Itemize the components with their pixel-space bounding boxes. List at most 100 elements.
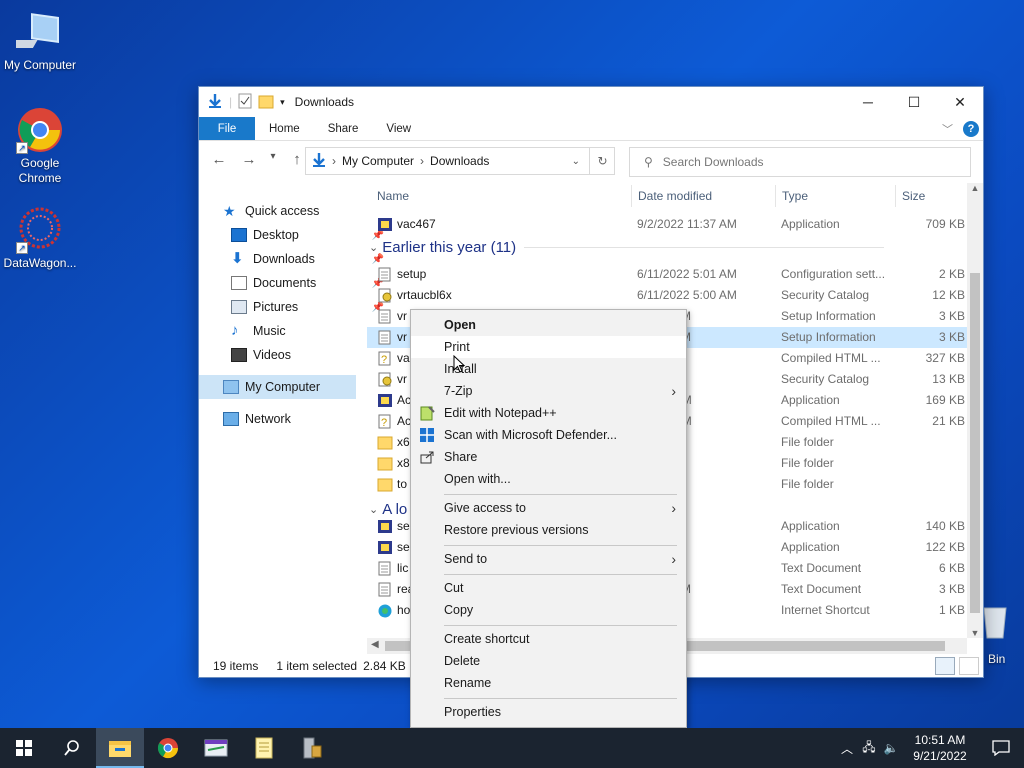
table-row[interactable]: setup 6/11/2022 5:01 AM Configuration sett…	[367, 264, 967, 285]
menu-item-restore-versions[interactable]: Restore previous versions	[411, 519, 686, 541]
menu-separator	[444, 545, 677, 546]
menu-item-scan-defender[interactable]: Scan with Microsoft Defender...	[411, 424, 686, 446]
details-view-button[interactable]	[935, 657, 955, 675]
file-name: vr	[397, 309, 407, 323]
nav-videos[interactable]: Videos	[231, 343, 388, 367]
share-icon	[419, 449, 435, 465]
taskbar-notepad[interactable]	[240, 728, 288, 768]
nav-my-computer[interactable]: My Computer	[199, 375, 356, 399]
desktop-icon-my-computer[interactable]: My Computer	[0, 8, 80, 73]
expand-ribbon-icon[interactable]: ﹀	[942, 121, 953, 137]
svg-text:?: ?	[381, 354, 387, 366]
column-header-size[interactable]: Size	[902, 189, 925, 203]
group-header-earlier[interactable]: ⌄ Earlier this year (11)	[367, 239, 885, 256]
menu-item-delete[interactable]: Delete	[411, 650, 686, 672]
breadcrumb-my-computer[interactable]: My Computer	[342, 154, 414, 168]
show-hidden-icons-chevron-icon[interactable]: ︿	[836, 740, 858, 757]
nav-downloads[interactable]: ⬇ Downloads 📌	[231, 247, 388, 271]
clock[interactable]: 10:51 AM 9/21/2022	[902, 732, 978, 764]
file-name: vr	[397, 372, 407, 386]
menu-item-7zip[interactable]: 7-Zip ›	[411, 380, 686, 402]
file-type: Application	[781, 519, 840, 533]
taskbar-file-explorer[interactable]	[96, 728, 144, 768]
desktop-icon-datawagon[interactable]: ↗ DataWagon...	[0, 206, 80, 271]
tab-view[interactable]: View	[372, 117, 425, 140]
menu-separator	[444, 574, 677, 575]
breadcrumb-downloads[interactable]: Downloads	[430, 154, 489, 168]
scroll-left-icon[interactable]: ◀	[371, 639, 379, 650]
volume-icon[interactable]: 🔈	[880, 741, 902, 755]
search-icon: ⚲	[644, 155, 653, 169]
recent-locations-icon[interactable]: ▾	[267, 151, 279, 168]
nav-pictures[interactable]: Pictures 📌	[231, 295, 388, 319]
table-row[interactable]: vac467 9/2/2022 11:37 AM Application 709…	[367, 214, 967, 235]
column-header-name[interactable]: Name	[377, 189, 409, 203]
nav-music[interactable]: ♪ Music	[231, 319, 388, 343]
file-size: 169 KB	[925, 393, 965, 407]
menu-item-properties[interactable]: Properties	[411, 701, 686, 723]
maximize-button[interactable]: ☐	[891, 87, 937, 117]
search-button[interactable]	[48, 728, 96, 768]
menu-item-give-access[interactable]: Give access to ›	[411, 497, 686, 519]
new-folder-icon[interactable]	[258, 93, 274, 112]
tab-share[interactable]: Share	[314, 117, 373, 140]
column-header-type[interactable]: Type	[782, 189, 808, 203]
scroll-thumb[interactable]	[970, 273, 980, 613]
network-tray-icon[interactable]: 🖧	[858, 738, 880, 759]
file-size: 3 KB	[938, 582, 965, 596]
computer-icon	[2, 8, 64, 56]
refresh-button[interactable]: ↻	[589, 147, 615, 175]
large-icons-view-button[interactable]	[959, 657, 979, 675]
menu-item-open-with[interactable]: Open with...	[411, 468, 686, 490]
pictures-icon	[231, 300, 247, 314]
properties-check-icon[interactable]	[238, 93, 252, 112]
back-button[interactable]: ←	[207, 151, 231, 168]
application-icon	[377, 217, 393, 232]
nav-quick-access[interactable]: ★ Quick access	[223, 199, 380, 223]
nav-desktop[interactable]: Desktop 📌	[231, 223, 388, 247]
folder-icon	[377, 435, 393, 450]
tab-home[interactable]: Home	[255, 117, 314, 140]
notifications-button[interactable]	[978, 740, 1024, 756]
search-input[interactable]: ⚲ Search Downloads	[629, 147, 971, 177]
taskbar-app-window[interactable]	[192, 728, 240, 768]
menu-item-edit-notepad[interactable]: Edit with Notepad++	[411, 402, 686, 424]
desktop-icon-label: My Computer	[3, 58, 77, 72]
application-window-icon	[204, 739, 228, 757]
menu-item-copy[interactable]: Copy	[411, 599, 686, 621]
taskbar-server-manager[interactable]	[288, 728, 336, 768]
nav-network[interactable]: Network	[223, 407, 380, 431]
menu-item-send-to[interactable]: Send to ›	[411, 548, 686, 570]
download-arrow-icon: ⬇	[231, 250, 244, 267]
menu-item-create-shortcut[interactable]: Create shortcut	[411, 628, 686, 650]
scroll-up-icon[interactable]: ▲	[967, 183, 983, 193]
help-icon[interactable]: ?	[963, 120, 979, 137]
table-row[interactable]: vrtaucbl6x 6/11/2022 5:00 AM Security Cata…	[367, 285, 967, 306]
forward-button[interactable]: →	[237, 151, 261, 168]
file-type: Setup Information	[781, 330, 876, 344]
close-button[interactable]: ✕	[937, 87, 983, 117]
file-type: File folder	[781, 435, 834, 449]
start-button[interactable]	[0, 728, 48, 768]
desktop-icon-google-chrome[interactable]: ↗ Google Chrome	[0, 106, 80, 186]
address-bar[interactable]: › My Computer › Downloads ⌄	[305, 147, 615, 175]
qat-dropdown-icon[interactable]: ▾	[280, 97, 285, 108]
file-type: Compiled HTML ...	[781, 351, 881, 365]
column-header-date[interactable]: Date modified	[638, 189, 712, 203]
minimize-button[interactable]: ─	[845, 87, 891, 117]
file-size: 21 KB	[932, 414, 965, 428]
network-icon	[223, 412, 239, 426]
folder-icon	[109, 741, 131, 757]
scroll-down-icon[interactable]: ▼	[967, 628, 983, 638]
nav-documents[interactable]: Documents 📌	[231, 271, 388, 295]
menu-item-open[interactable]: Open	[411, 314, 686, 336]
taskbar-chrome[interactable]	[144, 728, 192, 768]
defender-shield-icon	[419, 427, 435, 443]
menu-item-share[interactable]: Share	[411, 446, 686, 468]
address-history-icon[interactable]: ⌄	[572, 156, 580, 167]
downloads-location-icon	[312, 152, 326, 171]
tab-file[interactable]: File	[199, 117, 255, 140]
menu-item-cut[interactable]: Cut	[411, 577, 686, 599]
menu-item-rename[interactable]: Rename	[411, 672, 686, 694]
vertical-scrollbar[interactable]: ▲ ▼	[967, 183, 983, 638]
